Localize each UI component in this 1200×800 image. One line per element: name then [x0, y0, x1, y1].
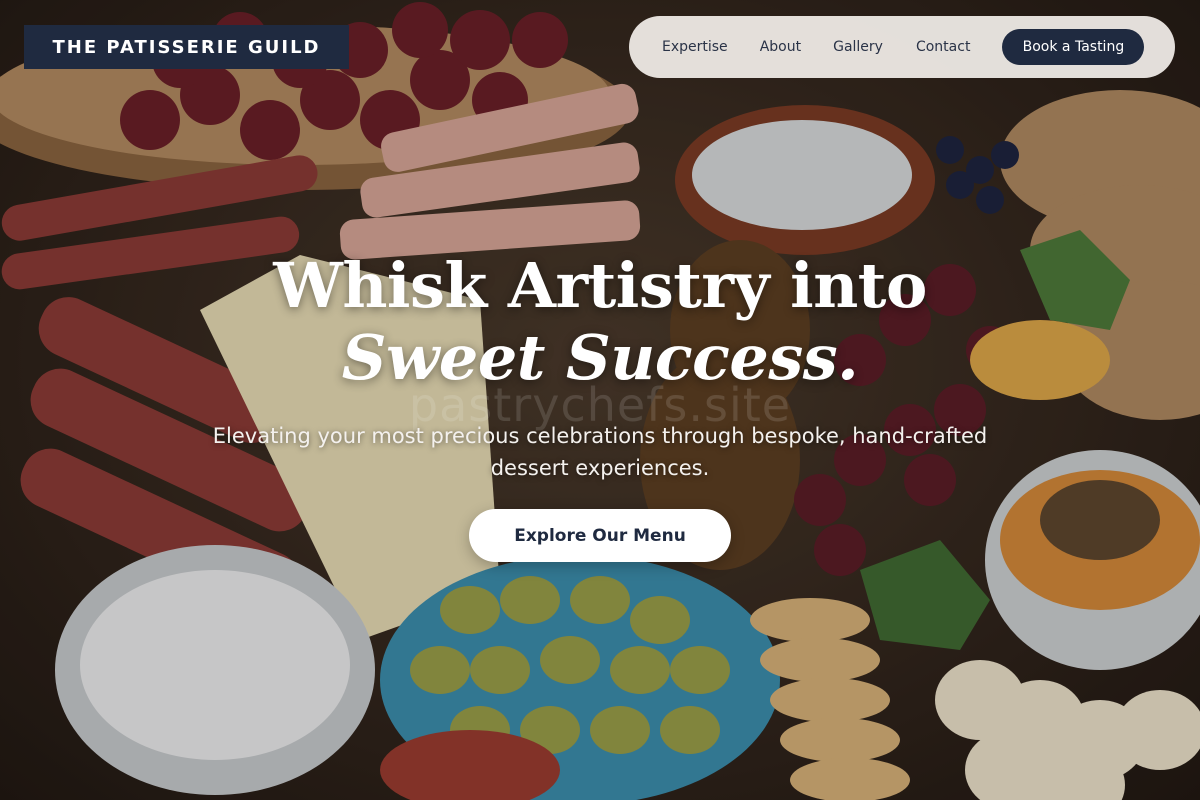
hero-title-line1: Whisk Artistry into [273, 249, 927, 322]
nav-link-contact[interactable]: Contact [916, 39, 970, 55]
hero-subtitle: Elevating your most precious celebration… [212, 424, 988, 480]
book-tasting-button[interactable]: Book a Tasting [1002, 29, 1145, 65]
brand-logo-text: THE PATISSERIE GUILD [52, 36, 321, 58]
nav-link-gallery[interactable]: Gallery [833, 39, 883, 55]
explore-menu-button[interactable]: Explore Our Menu [469, 509, 731, 562]
hero-title-line2: Sweet Success. [341, 321, 859, 394]
brand-logo[interactable]: THE PATISSERIE GUILD [24, 25, 349, 69]
nav-link-about[interactable]: About [760, 39, 801, 55]
hero-title: Whisk Artistry into Sweet Success. [0, 250, 1200, 394]
hero-background-image [0, 0, 1200, 800]
hero-dark-overlay [0, 0, 1200, 800]
main-nav: Expertise About Gallery Contact Book a T… [629, 16, 1175, 78]
nav-link-expertise[interactable]: Expertise [662, 39, 728, 55]
